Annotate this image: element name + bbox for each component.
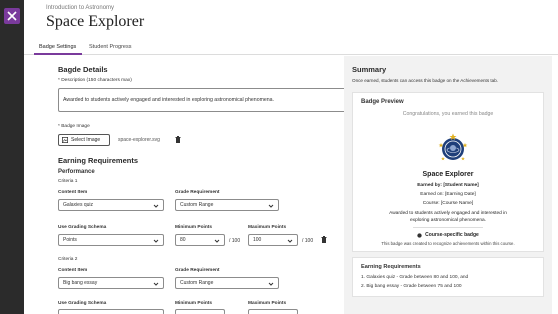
grading-schema-select[interactable] <box>58 309 164 314</box>
select-image-button[interactable]: Select Image <box>58 134 110 146</box>
badge-preview-card: Badge Preview Congratulations, you earne… <box>352 92 544 252</box>
criteria-2-label: Criteria 2 <box>58 257 78 262</box>
course-specific-note: This badge was created to recognize achi… <box>381 241 515 246</box>
minimum-points-select[interactable] <box>175 309 225 314</box>
page-title: Space Explorer <box>46 13 145 30</box>
grade-requirement-select[interactable]: Custom Range <box>175 277 279 289</box>
tab-bar: Badge Settings Student Progress <box>24 41 558 55</box>
maximum-points-select[interactable]: 100 <box>248 234 298 246</box>
chevron-down-icon <box>153 239 159 243</box>
breadcrumb[interactable]: Introduction to Astronomy <box>46 5 114 11</box>
badge-preview-heading: Badge Preview <box>361 99 404 105</box>
trash-icon[interactable] <box>321 236 327 243</box>
preview-badge-title: Space Explorer <box>422 171 474 178</box>
minimum-points-label: Minimum Points <box>175 225 213 230</box>
grading-schema-label: Use Grading Schema <box>58 301 107 306</box>
minimum-points-select[interactable]: 80 <box>175 234 225 246</box>
summary-intro: Once earned, students can access this ba… <box>352 78 499 83</box>
description-label: * Description (150 characters max) <box>58 78 132 83</box>
earned-by: Earned by: [Student Name] <box>417 183 479 188</box>
chevron-down-icon <box>153 282 159 286</box>
minimum-points-label: Minimum Points <box>175 301 213 306</box>
content-item-value: Big bang essay <box>63 280 98 286</box>
chevron-down-icon <box>214 239 220 243</box>
award-text-line-2: exploring astronomical phenomena. <box>410 218 486 223</box>
maximum-points-suffix: / 100 <box>302 238 314 244</box>
badge-details-heading: Bagde Details <box>58 65 108 74</box>
badge-icon <box>417 232 422 238</box>
summary-panel: Summary Once earned, students can access… <box>344 56 552 314</box>
chevron-down-icon <box>268 282 274 286</box>
description-textarea[interactable]: Awarded to students actively engaged and… <box>58 88 352 112</box>
course-specific-label: Course-specific badge <box>425 232 479 238</box>
criteria-1-label: Criteria 1 <box>58 179 78 184</box>
chevron-down-icon <box>268 204 274 208</box>
chevron-down-icon <box>287 239 293 243</box>
description-value: Awarded to students actively engaged and… <box>63 97 274 103</box>
performance-heading: Performance <box>58 169 95 175</box>
grading-schema-value: Points <box>63 237 77 243</box>
summary-heading: Summary <box>352 65 387 74</box>
course-specific-row: Course-specific badge <box>353 232 543 238</box>
minimum-points-value: 80 <box>180 237 186 243</box>
earned-on: Earned on: [Earning Date] <box>420 192 476 197</box>
requirement-item-1: 1. Galaxies quiz - Grade between 80 and … <box>361 275 469 280</box>
requirements-summary-card: Earning Requirements 1. Galaxies quiz - … <box>352 257 544 297</box>
tab-student-progress[interactable]: Student Progress <box>89 44 132 50</box>
image-icon <box>62 137 68 143</box>
grade-requirement-select[interactable]: Custom Range <box>175 199 279 211</box>
grading-schema-select[interactable]: Points <box>58 234 164 246</box>
chevron-down-icon <box>153 204 159 208</box>
grading-schema-label: Use Grading Schema <box>58 225 107 230</box>
left-rail <box>0 0 24 314</box>
content-item-select[interactable]: Galaxies quiz <box>58 199 164 211</box>
trash-icon[interactable] <box>175 136 181 143</box>
content-item-select[interactable]: Big bang essay <box>58 277 164 289</box>
minimum-points-suffix: / 100 <box>229 238 241 244</box>
requirements-summary-heading: Earning Requirements <box>361 264 421 270</box>
active-tab-indicator <box>34 53 82 55</box>
earning-requirements-heading: Earning Requirements <box>58 156 139 165</box>
grade-requirement-label: Grade Requirement <box>175 190 220 195</box>
grade-requirement-value: Custom Range <box>180 202 214 208</box>
image-filename: space-explorer.svg <box>118 137 160 143</box>
tab-badge-settings[interactable]: Badge Settings <box>39 44 76 50</box>
page-header: Introduction to Astronomy Space Explorer <box>24 0 558 40</box>
requirement-item-2: 2. Big bang essay - Grade between 75 and… <box>361 284 462 289</box>
grade-requirement-label: Grade Requirement <box>175 268 220 273</box>
maximum-points-label: Maximum Points <box>248 301 287 306</box>
maximum-points-value: 100 <box>253 237 262 243</box>
content-item-label: Content Item <box>58 190 88 195</box>
content-item-label: Content Item <box>58 268 88 273</box>
badge-image-label: * Badge Image <box>58 124 90 129</box>
maximum-points-select[interactable] <box>248 309 298 314</box>
maximum-points-label: Maximum Points <box>248 225 287 230</box>
divider <box>413 227 483 228</box>
content-item-value: Galaxies quiz <box>63 202 94 208</box>
congrats-text: Congratulations, you earned this badge <box>402 111 494 117</box>
close-icon[interactable] <box>4 8 20 24</box>
space-explorer-badge-image <box>438 133 468 161</box>
badge-form: Bagde Details * Description (150 charact… <box>24 56 352 314</box>
app-frame: Introduction to Astronomy Space Explorer… <box>0 0 558 314</box>
course-name: Course: [Course Name] <box>422 201 474 206</box>
select-image-label: Select Image <box>71 137 101 143</box>
grade-requirement-value: Custom Range <box>180 280 214 286</box>
award-text-line-1: Awarded to students actively engaged and… <box>389 211 507 216</box>
